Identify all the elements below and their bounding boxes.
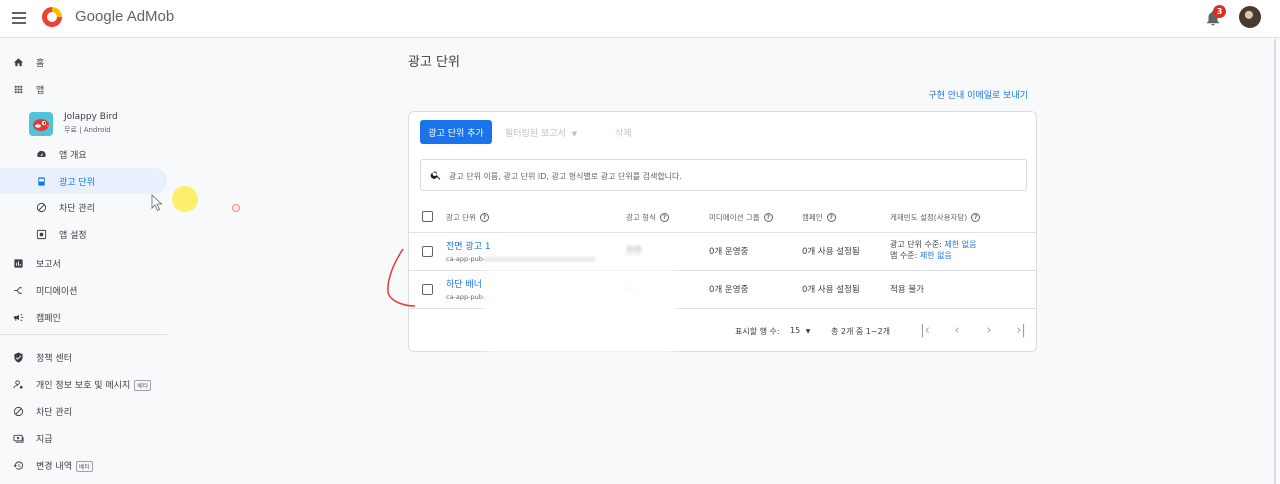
campaign-count: 0개 사용 설정됨 xyxy=(802,285,860,295)
sidebar-divider xyxy=(0,334,167,335)
campaign-count: 0개 사용 설정됨 xyxy=(802,247,860,257)
filtered-report-button[interactable]: 필터링된 보고서 ▼ xyxy=(505,126,577,139)
sidebar-item-home[interactable]: 홈 xyxy=(0,49,167,75)
red-annotation-mark xyxy=(387,248,416,307)
sidebar-item-ad-units[interactable]: 광고 단위 xyxy=(0,168,167,194)
click-marker xyxy=(232,204,240,212)
person-settings-icon xyxy=(12,378,24,390)
sidebar-item-reports[interactable]: 보고서 xyxy=(0,250,167,276)
shield-check-icon xyxy=(12,351,24,363)
hamburger-menu-icon[interactable] xyxy=(12,12,26,24)
app-level-cap-link[interactable]: 제한 없음 xyxy=(920,251,952,260)
payments-icon xyxy=(12,432,24,444)
apps-grid-icon xyxy=(12,83,24,95)
history-icon xyxy=(12,459,24,471)
settings-icon xyxy=(35,228,47,240)
ad-format: 전면 xyxy=(626,246,642,256)
redaction-blur xyxy=(484,270,676,352)
column-header-frequency-cap[interactable]: 게재빈도 설정(사용자당)? xyxy=(890,212,981,223)
brand-name: Google AdMob xyxy=(75,8,175,25)
mouse-pointer-icon xyxy=(151,194,163,212)
beta-badge: 베타 xyxy=(134,379,152,391)
column-header-format[interactable]: 광고 형식? xyxy=(626,212,669,223)
megaphone-icon xyxy=(12,311,24,323)
notification-count-badge: 3 xyxy=(1213,5,1226,18)
frequency-cap-values: 광고 단위 수준: 제한 없음 앱 수준: 제한 없음 xyxy=(890,240,977,260)
search-input[interactable] xyxy=(449,167,1009,185)
previous-page-icon[interactable]: ‹ xyxy=(949,323,965,339)
sidebar-item-payments[interactable]: 지급 xyxy=(0,425,167,451)
sidebar-item-blocking-controls[interactable]: 차단 관리 xyxy=(0,398,167,424)
dropdown-arrow-icon: ▼ xyxy=(805,328,811,335)
help-icon[interactable]: ? xyxy=(659,213,669,222)
ad-unit-name-link[interactable]: 전면 광고 1 xyxy=(446,239,595,252)
help-icon[interactable]: ? xyxy=(479,213,489,222)
sidebar-item-mediation[interactable]: 미디에이션 xyxy=(0,277,167,303)
bar-chart-icon xyxy=(12,257,24,269)
ad-unit-level-cap-link[interactable]: 제한 없음 xyxy=(945,240,977,249)
sidebar-item-blocking[interactable]: 차단 관리 xyxy=(0,194,167,220)
top-app-bar: Google AdMob 3 xyxy=(0,0,1280,38)
block-icon xyxy=(35,201,47,213)
next-page-icon[interactable]: › xyxy=(981,323,997,339)
speedometer-icon xyxy=(35,148,47,160)
selected-app-card[interactable]: Jolappy Bird 무료 | Android xyxy=(29,110,159,138)
sidebar-item-app-overview[interactable]: 앱 개요 xyxy=(0,141,167,167)
table-row: 전면 광고 1 ca-app-pub- 전면 0개 운영중 0개 사용 설정됨 … xyxy=(409,233,1036,271)
sidebar-item-app-settings[interactable]: 앱 설정 xyxy=(0,221,167,247)
app-bird-icon xyxy=(29,112,53,136)
mediation-count: 0개 운영중 xyxy=(709,285,749,295)
last-page-icon[interactable]: ›| xyxy=(1013,323,1029,339)
sidebar-item-policy-center[interactable]: 정책 센터 xyxy=(0,344,167,370)
home-icon xyxy=(12,56,24,68)
admob-logo[interactable] xyxy=(40,5,64,29)
mediation-icon xyxy=(12,284,24,296)
select-all-checkbox[interactable] xyxy=(422,211,433,222)
account-avatar[interactable] xyxy=(1239,6,1261,28)
column-header-mediation[interactable]: 미디에이션 그룹? xyxy=(709,212,773,223)
sidebar-nav: 홈 앱 Jolappy Bird 무료 | Android 앱 개요 광고 단위… xyxy=(0,39,167,484)
rows-per-page-label: 표시할 행 수: xyxy=(735,327,780,336)
first-page-icon[interactable]: |‹ xyxy=(917,323,933,339)
sidebar-item-privacy-messaging[interactable]: 개인 정보 보호 및 메시지 베타 xyxy=(0,371,167,397)
pagination-range: 총 2개 중 1~2개 xyxy=(831,327,891,336)
column-header-campaign[interactable]: 캠페인? xyxy=(802,212,836,223)
ad-unit-id: ca-app-pub- xyxy=(446,255,596,263)
search-box xyxy=(420,159,1027,191)
scrollbar-edge xyxy=(1274,39,1276,484)
block-icon xyxy=(12,405,24,417)
sidebar-item-change-history[interactable]: 변경 내역 베타 xyxy=(0,452,167,478)
column-header-ad-unit[interactable]: 광고 단위? xyxy=(446,212,489,223)
row-checkbox[interactable] xyxy=(422,284,433,295)
rows-per-page-select[interactable]: 15 ▼ xyxy=(790,326,810,335)
cursor-highlight xyxy=(172,186,198,212)
add-ad-unit-button[interactable]: 광고 단위 추가 xyxy=(420,120,492,144)
beta-badge: 베타 xyxy=(75,460,94,472)
help-icon[interactable]: ? xyxy=(826,213,836,222)
search-icon xyxy=(430,171,441,180)
sidebar-item-apps[interactable]: 앱 xyxy=(0,76,167,102)
delete-button[interactable]: 삭제 xyxy=(615,126,632,139)
ad-unit-icon xyxy=(35,175,47,187)
page-title: 광고 단위 xyxy=(408,55,460,70)
mediation-count: 0개 운영중 xyxy=(709,247,749,257)
help-icon[interactable]: ? xyxy=(763,213,773,222)
email-implementation-link[interactable]: 구현 안내 이메일로 보내기 xyxy=(928,88,1028,101)
help-icon[interactable]: ? xyxy=(971,213,981,222)
row-checkbox[interactable] xyxy=(422,246,433,257)
table-header: 광고 단위? 광고 형식? 미디에이션 그룹? 캠페인? 게재빈도 설정(사용자… xyxy=(409,200,1036,233)
sidebar-item-campaigns[interactable]: 캠페인 xyxy=(0,304,167,330)
frequency-cap-values: 적용 불가 xyxy=(890,285,924,295)
dropdown-arrow-icon: ▼ xyxy=(571,130,578,138)
